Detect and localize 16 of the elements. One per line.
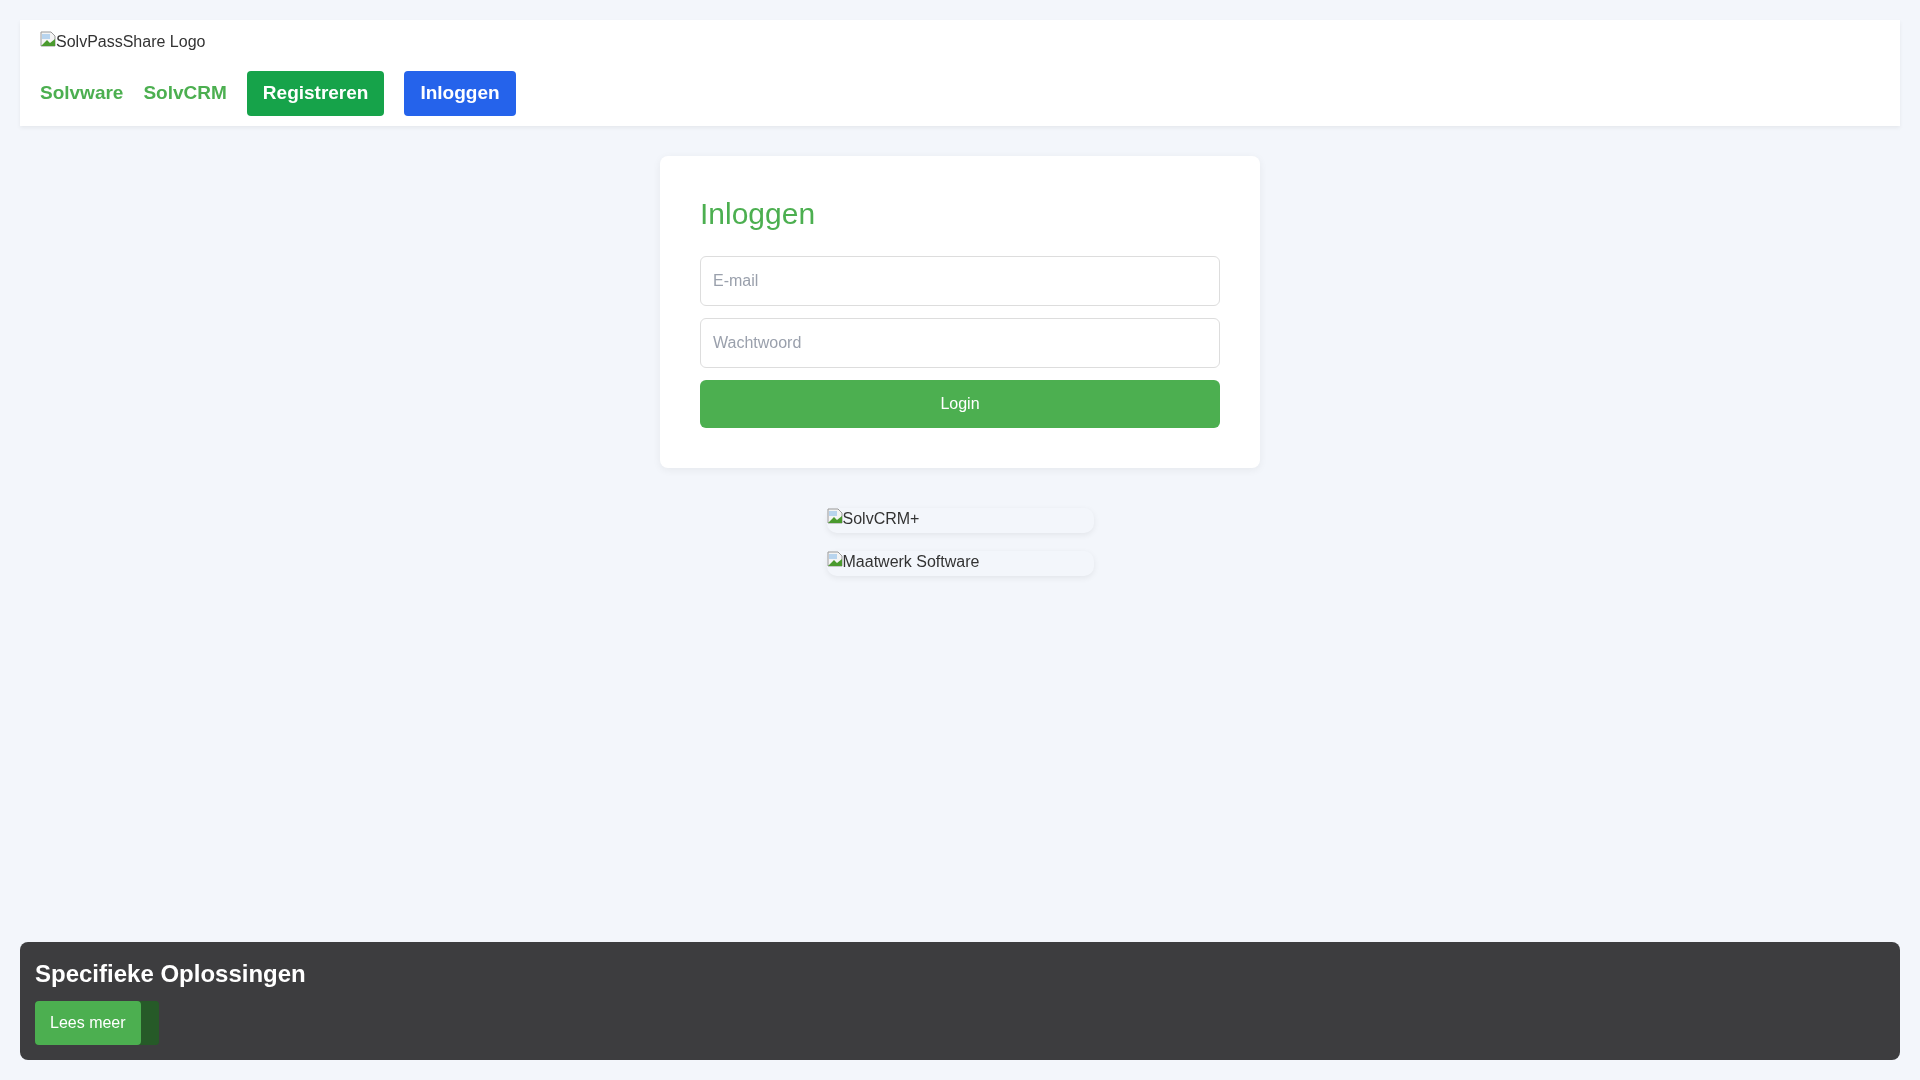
nav-link[interactable]: SolvCRM	[143, 79, 227, 108]
login-title: Inloggen	[700, 195, 817, 232]
password-field[interactable]: Wachtwoord	[700, 317, 1220, 368]
register-button[interactable]: Registreren	[246, 71, 385, 116]
broken-image-icon	[826, 507, 843, 524]
read-more-button[interactable]: Lees meer	[35, 1001, 141, 1045]
banner-title: Specifieke Oplossingen	[35, 960, 307, 989]
login-nav-button[interactable]: Inloggen	[404, 71, 516, 116]
login-button[interactable]: Login	[700, 379, 1220, 428]
logo-alt-text: SolvPassShare Logo	[56, 32, 206, 52]
broken-image-icon	[40, 31, 56, 47]
nav-link[interactable]: Solvware	[40, 79, 124, 108]
broken-image-icon	[826, 550, 843, 567]
image-alt-text: Maatwerk Software	[842, 551, 980, 572]
email-field[interactable]: E-mail	[700, 255, 1220, 306]
image-alt-text: SolvCRM+	[842, 508, 920, 529]
